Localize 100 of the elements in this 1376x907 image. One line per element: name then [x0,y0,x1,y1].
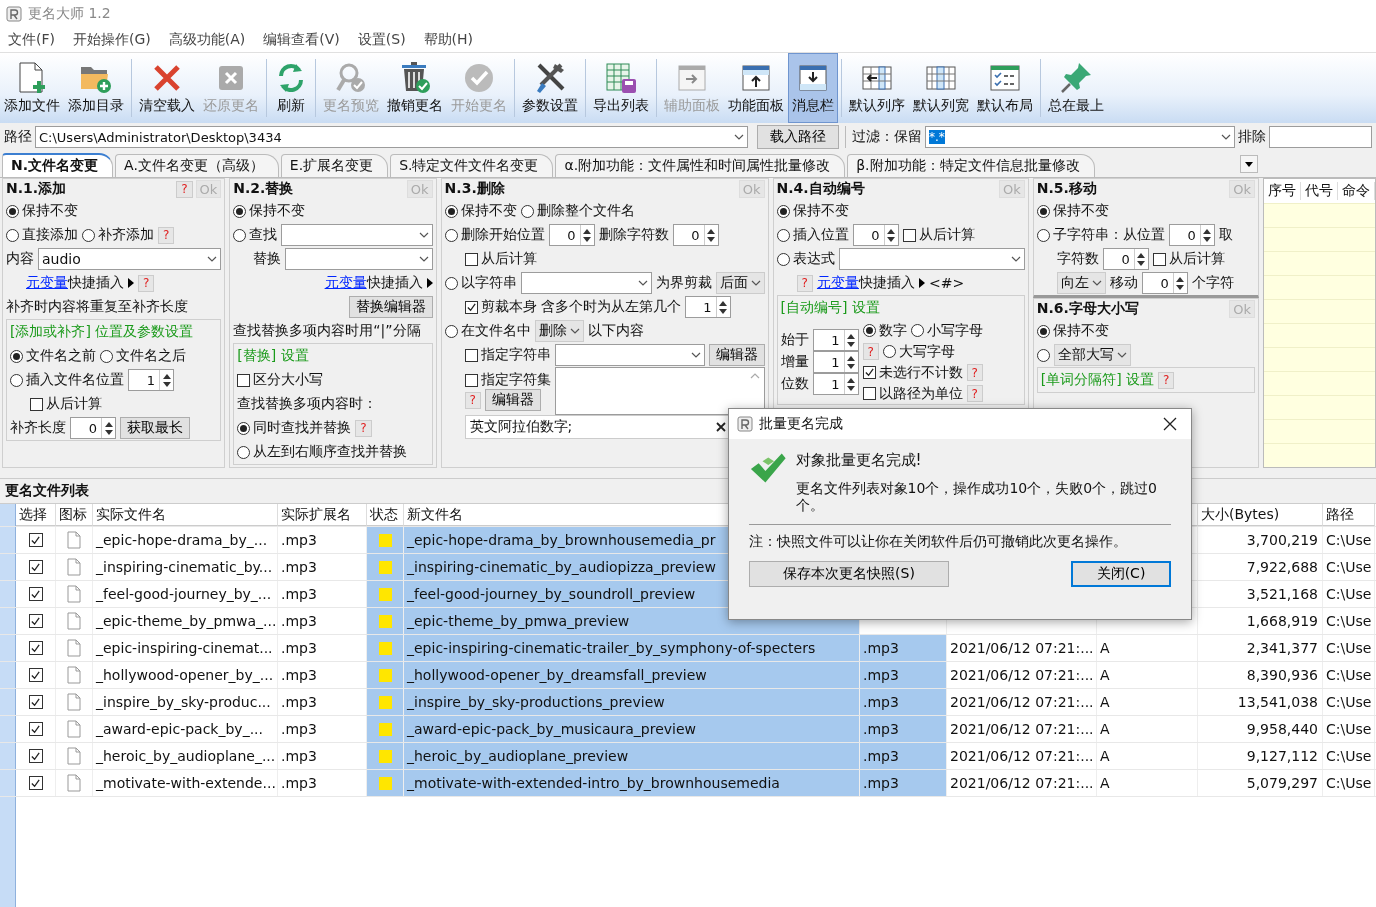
input-field[interactable]: 英文阿拉伯数字; [464,415,731,439]
tab[interactable]: E.扩展名变更 [280,154,389,177]
column-header[interactable]: 实际扩展名 [278,504,367,526]
help-button[interactable]: ? [138,274,155,292]
spin-field[interactable]: 1 [684,296,731,318]
toolbar-button[interactable]: 导出列表 [589,53,653,123]
action-button[interactable]: 编辑器 [485,389,541,411]
menu-item[interactable]: 帮助(H) [423,31,474,49]
checkbox[interactable]: 指定字符串 [464,346,551,364]
dropdown-field[interactable]: 删除 [534,320,584,342]
toolbar-button[interactable]: 消息栏 [788,53,838,123]
link[interactable]: 元变量 [324,274,367,292]
column-header[interactable]: 路径 [1323,504,1375,526]
radio-button[interactable]: 小写字母 [910,321,983,340]
spin-field[interactable]: 0 [548,224,595,246]
radio-button[interactable]: 保持不变 [776,202,849,220]
dialog-button[interactable]: 保存本次更名快照(S) [749,560,949,587]
radio-button[interactable]: 同时查找并替换 [237,419,352,437]
radio-button[interactable]: 保持不变 [233,202,306,220]
spin-field[interactable]: 0 [1102,248,1149,270]
column-header[interactable]: 代号 [1301,182,1338,200]
radio-button[interactable]: 插入文件名位置 [10,371,124,389]
column-header[interactable]: 大小(Bytes) [1198,504,1323,526]
menu-item[interactable]: 编辑查看(V) [263,31,340,49]
load-path-button[interactable]: 载入路径 [757,125,839,149]
checkbox[interactable] [28,695,43,709]
radio-button[interactable]: 表达式 [776,250,835,268]
checkbox[interactable]: 以路径为单位 [862,384,963,403]
checkbox[interactable]: 剪裁本身 [464,298,537,316]
link[interactable]: 元变量 [26,274,68,292]
tab[interactable]: α.附加功能：文件属性和时间属性批量修改 [555,154,846,177]
action-button[interactable]: 获取最长 [120,417,190,439]
dropdown-field[interactable] [838,248,1025,270]
checkbox[interactable] [28,749,43,763]
checkbox[interactable]: 从后计算 [30,395,102,413]
checkbox[interactable] [28,560,43,574]
radio-button[interactable]: 插入位置 [776,226,849,244]
menu-item[interactable]: 设置(S) [357,31,406,49]
radio-button[interactable]: 保持不变 [1036,202,1109,220]
toolbar-button[interactable]: 撤销更名 [383,53,447,123]
spinner-arrows-icon[interactable] [883,225,898,245]
checkbox[interactable]: 从后计算 [902,226,975,244]
radio-button[interactable]: 查找 [233,226,278,244]
column-header[interactable]: 图标 [56,504,93,526]
toolbar-button[interactable]: 参数设置 [518,53,582,123]
spin-field[interactable]: 0 [1141,272,1188,294]
menu-item[interactable]: 开始操作(G) [73,31,151,49]
filter-field[interactable]: *.* [925,126,1235,148]
checkbox[interactable]: 指定字符集 [464,371,551,389]
radio-button[interactable]: 保持不变 [444,202,517,220]
spinner-arrows-icon[interactable] [1199,225,1214,245]
spinner-arrows-icon[interactable] [1172,273,1187,293]
help-button[interactable]: ? [966,364,983,381]
help-button[interactable]: ? [355,419,372,437]
checkbox[interactable] [28,668,43,682]
spinner-arrows-icon[interactable] [843,352,858,372]
tab[interactable]: β.附加功能：特定文件信息批量修改 [847,154,1095,177]
spin-field[interactable]: 0 [852,224,899,246]
spin-field[interactable]: 1 [812,329,859,351]
radio-button[interactable]: 补齐添加 [82,226,154,244]
radio-button[interactable]: 子字符串：从位置 [1036,226,1165,244]
spin-field[interactable]: 1 [812,373,859,395]
toolbar-button[interactable]: 功能面板 [724,53,788,123]
spinner-arrows-icon[interactable] [843,330,858,350]
spinner-arrows-icon[interactable] [159,370,173,390]
dropdown-field[interactable]: 向左 [1056,272,1106,294]
toolbar-button[interactable]: 刷新 [270,53,312,123]
radio-button[interactable]: 删除整个文件名 [520,202,635,220]
spinner-arrows-icon[interactable] [715,297,730,317]
menu-item[interactable]: 高级功能(A) [168,31,246,49]
column-header[interactable]: 命令 [1338,182,1375,200]
help-button[interactable]: ? [1158,371,1175,389]
spinner-arrows-icon[interactable] [843,374,858,394]
radio-button[interactable]: 在文件名中 [444,322,531,340]
close-icon[interactable] [1163,417,1177,431]
help-button[interactable]: ? [464,391,481,409]
text-area[interactable] [554,367,765,415]
dropdown-field[interactable]: 后面 [715,272,765,294]
column-header[interactable]: 状态 [367,504,404,526]
checkbox[interactable] [28,614,43,628]
action-button[interactable]: 编辑器 [708,344,765,366]
spinner-arrows-icon[interactable] [703,225,718,245]
tab[interactable]: S.特定文件文件名变更 [390,154,554,177]
radio-button[interactable]: 大写字母 [882,342,955,361]
checkbox[interactable] [28,641,43,655]
spin-field[interactable]: 0 [672,224,719,246]
spin-field[interactable]: 1 [812,351,859,373]
checkbox[interactable] [28,587,43,601]
checkbox[interactable]: 从后计算 [464,250,537,268]
spin-field[interactable]: 1 [128,369,174,391]
radio-button[interactable]: 删除开始位置 [444,226,545,244]
dropdown-field[interactable] [520,272,652,294]
radio-button[interactable]: 保持不变 [1036,322,1109,340]
link[interactable]: 元变量 [816,274,859,292]
radio-button[interactable]: 保持不变 [6,202,78,220]
tab[interactable]: A.文件名变更（高级） [115,154,279,177]
checkbox[interactable] [28,533,43,547]
dropdown-icon[interactable] [1240,155,1258,173]
help-button[interactable]: ? [176,180,193,198]
help-button[interactable]: ? [966,385,983,402]
